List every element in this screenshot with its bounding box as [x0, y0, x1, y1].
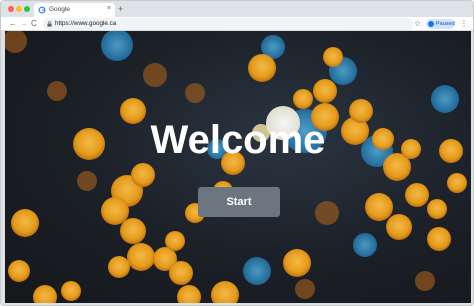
- browser-window: Google × + ← → C https://www.google.ca ☆…: [0, 0, 474, 306]
- reload-icon[interactable]: C: [31, 18, 37, 30]
- address-bar[interactable]: https://www.google.ca: [43, 18, 413, 30]
- avatar: [428, 21, 434, 27]
- browser-toolbar: ← → C https://www.google.ca ☆ Paused ⋮: [1, 17, 473, 31]
- welcome-heading: Welcome: [150, 118, 326, 162]
- browser-menu-icon[interactable]: ⋮: [460, 18, 468, 30]
- profile-status-label: Paused: [436, 21, 455, 27]
- minimize-window-button[interactable]: [16, 6, 22, 12]
- tab-close-icon[interactable]: ×: [107, 4, 111, 14]
- profile-button[interactable]: Paused: [426, 19, 455, 29]
- back-icon[interactable]: ←: [9, 18, 17, 30]
- bokeh-background-image: [5, 31, 467, 303]
- tab-google[interactable]: Google ×: [34, 3, 115, 17]
- start-button[interactable]: Start: [198, 187, 280, 217]
- url-text[interactable]: https://www.google.ca: [55, 19, 116, 29]
- bookmark-star-icon[interactable]: ☆: [414, 18, 421, 30]
- tab-title: Google: [49, 6, 70, 13]
- tab-strip: Google × +: [1, 1, 473, 17]
- close-window-button[interactable]: [8, 6, 14, 12]
- new-tab-button[interactable]: +: [118, 4, 123, 14]
- forward-icon[interactable]: →: [20, 18, 28, 30]
- lock-icon: [47, 21, 52, 27]
- page-content: Welcome Start: [5, 31, 471, 303]
- google-favicon-icon: [38, 6, 46, 14]
- maximize-window-button[interactable]: [24, 6, 30, 12]
